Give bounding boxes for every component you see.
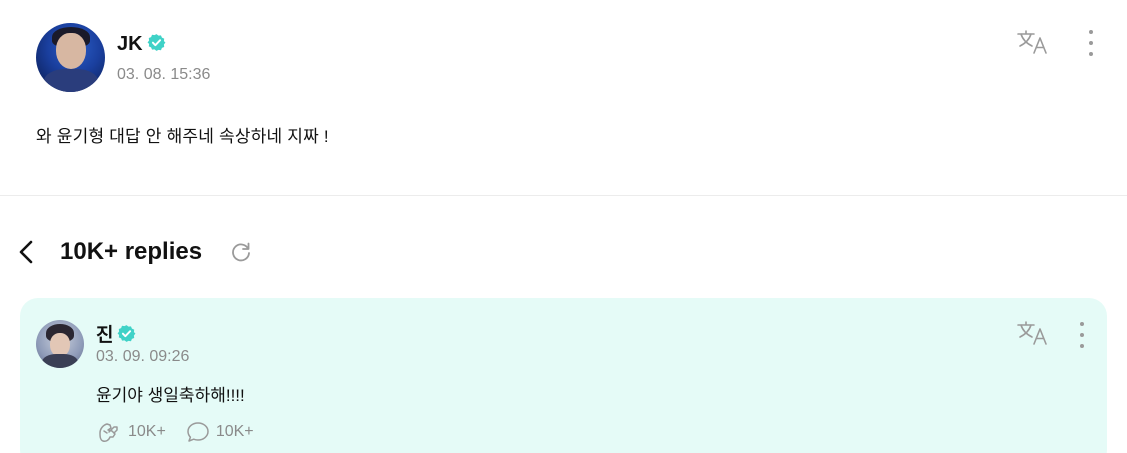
avatar[interactable] [36, 23, 105, 92]
post-author-name[interactable]: JK [117, 33, 143, 55]
reply-body: 윤기야 생일축하해!!!! [96, 386, 245, 405]
post-date: 03. 08. 15:36 [117, 66, 211, 83]
reply-actions: 10K+ 10K+ [96, 420, 272, 444]
verified-icon [147, 34, 166, 51]
verified-icon [118, 325, 136, 342]
reply-date: 03. 09. 09:26 [96, 348, 190, 365]
refresh-icon[interactable] [229, 240, 253, 264]
reply-author[interactable]: 진 [96, 320, 136, 347]
like-button[interactable]: 10K+ [96, 420, 166, 444]
main-post: JK 03. 08. 15:36 와 윤기형 대답 안 해주네 속상하네 지짜 … [0, 0, 1127, 196]
reply-avatar[interactable] [36, 320, 84, 368]
more-vertical-icon[interactable] [1086, 30, 1096, 60]
reply-author-name[interactable]: 진 [96, 325, 113, 346]
replies-header: 10K+ replies [0, 232, 400, 272]
comment-button[interactable]: 10K+ [184, 420, 254, 444]
post-author[interactable]: JK [117, 33, 166, 56]
more-vertical-icon[interactable] [1077, 322, 1087, 352]
post-body: 와 윤기형 대답 안 해주네 속상하네 지짜 ! [36, 127, 329, 146]
translate-icon[interactable] [1016, 320, 1050, 346]
reply-card[interactable]: 진 03. 09. 09:26 윤기야 생일축하해!!!! 10K+ 10K+ [20, 298, 1107, 453]
comment-count: 10K+ [215, 423, 254, 440]
replies-title: 10K+ replies [60, 238, 203, 265]
comment-bubble-icon [187, 422, 209, 442]
like-count: 10K+ [128, 423, 166, 440]
translate-icon[interactable] [1016, 29, 1050, 55]
cheer-hands-icon [99, 423, 118, 442]
page: JK 03. 08. 15:36 와 윤기형 대답 안 해주네 속상하네 지짜 … [0, 0, 1127, 453]
chevron-left-icon[interactable] [16, 238, 38, 266]
